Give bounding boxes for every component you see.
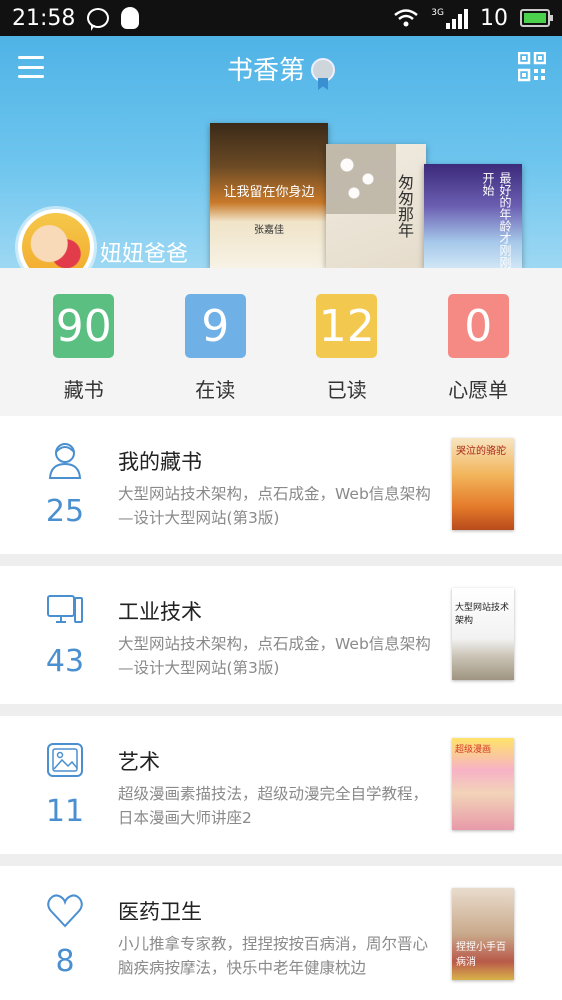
book-title: 让我留在你身边 bbox=[223, 185, 315, 200]
person-icon bbox=[46, 440, 84, 480]
category-description: 大型网站技术架构，点石成金，Web信息架构—设计大型网站(第3版) bbox=[118, 635, 431, 677]
stat-value: 9 bbox=[184, 294, 246, 358]
category-name: 我的藏书 bbox=[118, 450, 202, 474]
stat-reading[interactable]: 9 在读 bbox=[170, 294, 260, 416]
battery-icon bbox=[520, 9, 553, 27]
network-type: 3G bbox=[431, 8, 444, 18]
list-item[interactable]: 43 工业技术 大型网站技术架构，点石成金，Web信息架构—设计大型网站(第3版… bbox=[0, 566, 562, 704]
wifi-icon bbox=[393, 8, 419, 28]
featured-book-2[interactable]: 匆匆那年 bbox=[326, 144, 426, 268]
qr-code-icon[interactable] bbox=[517, 51, 547, 82]
stat-label: 已读 bbox=[326, 378, 367, 402]
category-count: 25 bbox=[45, 494, 85, 529]
category-count: 43 bbox=[45, 644, 85, 679]
stat-collection[interactable]: 90 藏书 bbox=[39, 294, 129, 416]
book-cover: 超级漫画 bbox=[452, 738, 514, 830]
picture-icon bbox=[46, 740, 84, 780]
category-description: 超级漫画素描技法，超级动漫完全自学教程，日本漫画大师讲座2 bbox=[118, 785, 429, 827]
cover-title: 哭泣的骆驼 bbox=[456, 446, 506, 457]
list-item[interactable]: 11 艺术 超级漫画素描技法，超级动漫完全自学教程，日本漫画大师讲座2 超级漫画 bbox=[0, 716, 562, 854]
category-name: 工业技术 bbox=[118, 600, 202, 624]
book-author: 张嘉佳 bbox=[254, 225, 284, 236]
stats-bar: 90 藏书 9 在读 12 已读 0 心愿单 bbox=[0, 268, 562, 416]
stat-value: 0 bbox=[447, 294, 509, 358]
status-time: 21:58 bbox=[12, 5, 76, 31]
username: 妞妞爸爸 bbox=[100, 242, 189, 267]
book-title: 最好的年龄才刚刚开始 bbox=[481, 172, 512, 268]
category-description: 小儿推拿专家教，捏捏按按百病消，周尔晋心脑疾病按摩法，快乐中老年健康枕边 bbox=[118, 935, 429, 977]
battery-level: 10 bbox=[480, 5, 508, 31]
category-name: 艺术 bbox=[118, 750, 160, 774]
category-count: 8 bbox=[55, 944, 75, 979]
category-count: 11 bbox=[45, 794, 85, 829]
cover-title: 超级漫画 bbox=[455, 745, 492, 755]
category-name: 医药卫生 bbox=[118, 900, 202, 924]
stat-label: 心愿单 bbox=[448, 378, 509, 402]
heart-icon bbox=[46, 890, 84, 930]
book-cover: 大型网站技术架构 bbox=[452, 588, 514, 680]
app-title: 书香第 bbox=[226, 56, 305, 86]
medal-icon bbox=[311, 58, 335, 82]
list-item[interactable]: 25 我的藏书 大型网站技术架构，点石成金，Web信息架构—设计大型网站(第3版… bbox=[0, 416, 562, 554]
stat-read[interactable]: 12 已读 bbox=[302, 294, 392, 416]
book-title: 匆匆那年 bbox=[395, 174, 414, 238]
app-title-bar: 书香第 bbox=[0, 50, 562, 87]
featured-book-3[interactable]: 最好的年龄才刚刚开始 bbox=[424, 164, 522, 268]
profile-header: 书香第 让我留在你身边 张嘉佳 匆匆那年 最好的年龄才刚刚开始 妞妞爸爸 bbox=[0, 36, 562, 268]
qq-icon bbox=[121, 7, 140, 29]
message-icon bbox=[87, 8, 110, 31]
category-description: 大型网站技术架构，点石成金，Web信息架构—设计大型网站(第3版) bbox=[118, 485, 431, 527]
featured-book-1[interactable]: 让我留在你身边 张嘉佳 bbox=[210, 123, 328, 268]
list-item[interactable]: 8 医药卫生 小儿推拿专家教，捏捏按按百病消，周尔晋心脑疾病按摩法，快乐中老年健… bbox=[0, 866, 562, 1000]
cover-title: 捏捏小手百病消 bbox=[456, 942, 506, 968]
stat-value: 90 bbox=[53, 294, 115, 358]
book-cover: 捏捏小手百病消 bbox=[452, 888, 514, 980]
cover-title: 大型网站技术架构 bbox=[455, 603, 510, 626]
signal-icon bbox=[446, 7, 468, 29]
status-bar: 21:58 3G 10 bbox=[0, 0, 562, 36]
stat-label: 藏书 bbox=[63, 378, 104, 402]
stat-wishlist[interactable]: 0 心愿单 bbox=[433, 294, 523, 416]
avatar[interactable] bbox=[18, 209, 94, 268]
book-cover: 哭泣的骆驼 bbox=[452, 438, 514, 530]
stat-value: 12 bbox=[316, 294, 378, 358]
computer-icon bbox=[46, 590, 84, 630]
avatar-image bbox=[22, 213, 90, 268]
flower-illustration bbox=[326, 144, 396, 214]
stat-label: 在读 bbox=[195, 378, 236, 402]
